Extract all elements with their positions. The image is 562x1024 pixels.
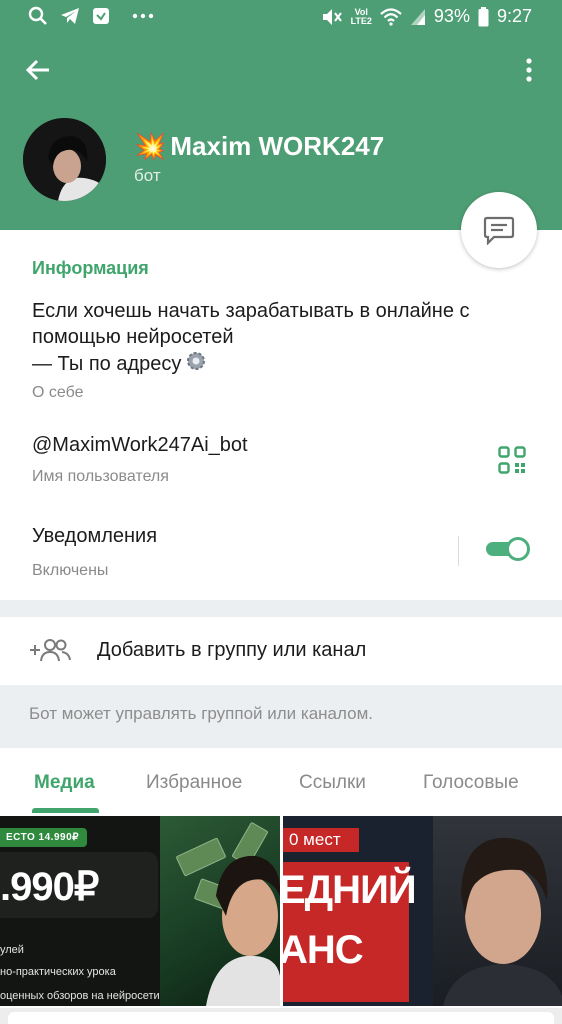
mute-icon (321, 7, 343, 27)
info-section-title: Информация (32, 258, 149, 278)
add-to-group-button[interactable]: Добавить в группу или канал (0, 617, 562, 685)
promo-line: улей (0, 944, 24, 956)
active-tab-indicator (32, 808, 99, 813)
add-to-group-label: Добавить в группу или канал (97, 639, 367, 661)
avatar-photo (23, 118, 106, 201)
telegram-icon (60, 7, 80, 25)
volte-lte-icon: VoI LTE2 (350, 7, 372, 26)
username-value[interactable]: @MaximWork247Ai_bot (32, 434, 248, 457)
clock: 9:27 (496, 6, 532, 26)
promo-line: но-практических урока (0, 966, 116, 978)
divider (458, 536, 459, 566)
media-tabs: Медиа Избранное Ссылки Голосовые (0, 748, 562, 816)
message-icon (483, 216, 515, 245)
about-line: Если хочешь начать зарабатывать в онлайн… (32, 300, 470, 322)
promo-line: оценных обзоров на нейросети (0, 990, 160, 1002)
about-line: помощью нейросетей (32, 326, 234, 348)
tab-voice[interactable]: Голосовые (423, 772, 519, 794)
media-grid: ЕСТО 14.990₽ .990₽ улей но-практических … (0, 816, 562, 1008)
person-photo (443, 837, 562, 1006)
battery-icon (478, 6, 489, 27)
info-card: Информация Если хочешь начать зарабатыва… (0, 230, 562, 600)
bot-name-text: Maxim WORK247 (170, 131, 385, 161)
explosion-emoji-icon: 💥 (134, 131, 167, 161)
headline-text: АНС (283, 928, 364, 972)
media-thumbnail[interactable]: ЕСТО 14.990₽ .990₽ улей но-практических … (0, 816, 280, 1006)
avatar[interactable] (23, 118, 106, 201)
shield-icon (92, 7, 110, 25)
media-thumbnail[interactable]: 0 мест ЕДНИЙ АНС (283, 816, 562, 1006)
seats-label: 0 мест (283, 828, 359, 852)
gear-icon (185, 350, 207, 379)
add-user-group-icon (30, 639, 71, 662)
bottom-card (8, 1012, 554, 1024)
person-photo (206, 855, 280, 1006)
more-menu-button[interactable] (514, 52, 544, 88)
notifications-toggle[interactable] (486, 536, 532, 562)
tab-favorites[interactable]: Избранное (146, 772, 242, 794)
battery-percent: 93% (433, 6, 470, 26)
headline-text: ЕДНИЙ (283, 868, 417, 912)
qr-code-icon (498, 446, 526, 474)
more-dots-icon (132, 13, 154, 19)
qr-code-button[interactable] (498, 446, 526, 474)
about-line-last: — Ты по адресу (32, 350, 532, 379)
about-text[interactable]: Если хочешь начать зарабатывать в онлайн… (32, 298, 532, 379)
back-button[interactable] (20, 52, 56, 88)
toggle-knob (506, 537, 530, 561)
price-badge: ЕСТО 14.990₽ (0, 828, 88, 847)
tab-links[interactable]: Ссылки (299, 772, 366, 794)
signal-icon (410, 8, 426, 26)
notifications-state: Включены (32, 562, 109, 579)
tab-media[interactable]: Медиа (34, 772, 95, 794)
network-label: LTE2 (350, 15, 372, 26)
wifi-icon (380, 7, 402, 26)
message-button[interactable] (461, 192, 537, 268)
about-caption: О себе (32, 384, 84, 401)
notifications-label[interactable]: Уведомления (32, 525, 157, 548)
arrow-left-icon (25, 59, 49, 81)
search-icon (28, 6, 48, 26)
about-line: — Ты по адресу (32, 352, 182, 375)
bot-name: 💥 Maxim WORK247 (134, 131, 384, 162)
bot-permission-hint: Бот может управлять группой или каналом. (29, 704, 373, 723)
username-caption: Имя пользователя (32, 468, 169, 485)
status-bar: VoI LTE2 93% 9:27 (0, 0, 562, 36)
more-vertical-icon (526, 58, 532, 82)
price-text: .990₽ (0, 865, 99, 909)
bot-subtitle: бот (134, 166, 161, 185)
